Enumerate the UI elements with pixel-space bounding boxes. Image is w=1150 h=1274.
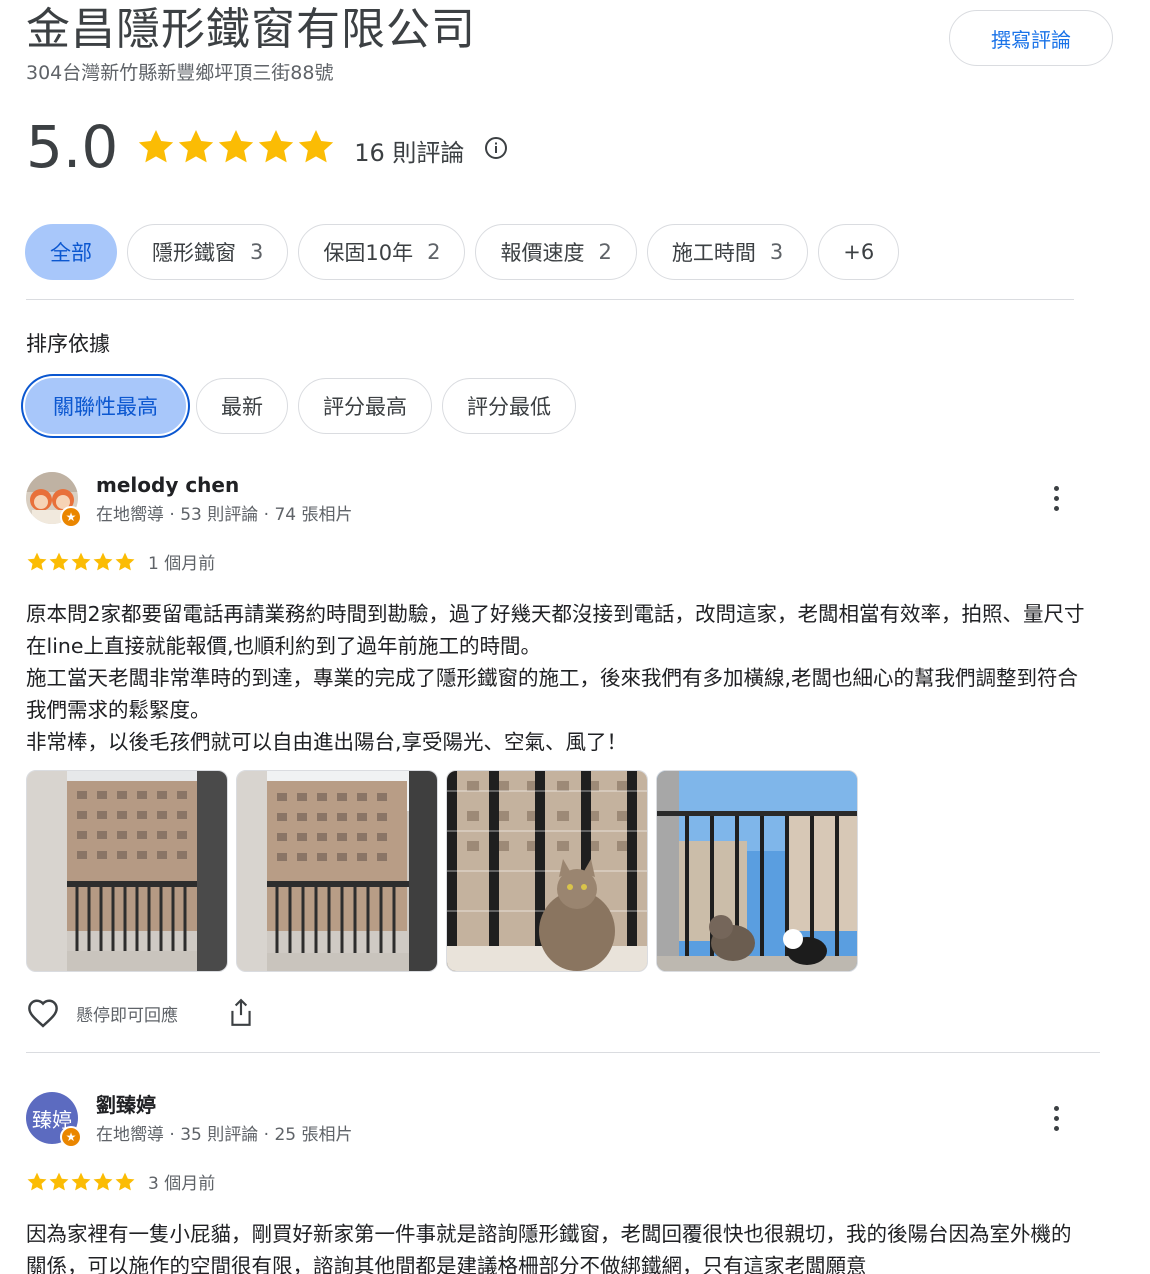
chip-label: 施工時間 <box>671 241 756 265</box>
chip-warranty[interactable]: 保固10年 2 <box>298 224 466 280</box>
star-icon <box>179 130 214 163</box>
sort-options: 關聯性最高 最新 評分最高 評分最低 <box>25 378 576 434</box>
review-rating: 1 個月前 <box>26 549 1086 574</box>
rating-value: 5.0 <box>26 113 119 181</box>
review-text: 因為家裡有一隻小屁貓，剛買好新家第一件事就是諮詢隱形鐵窗，老闆回覆很快也很親切，… <box>26 1218 1086 1274</box>
review-text: 原本問2家都要留電話再請業務約時間到勘驗，過了好幾天都沒接到電話，改問這家，老闆… <box>26 598 1086 758</box>
star-icon <box>27 552 47 570</box>
review-time: 1 個月前 <box>148 554 216 574</box>
star-icon <box>49 1172 69 1190</box>
chip-label: 報價速度 <box>500 241 585 265</box>
chip-count: 3 <box>769 240 784 264</box>
chip-install-time[interactable]: 施工時間 3 <box>646 224 809 280</box>
write-review-button[interactable]: 撰寫評論 <box>949 10 1113 66</box>
chip-label: +6 <box>843 240 875 264</box>
sort-newest[interactable]: 最新 <box>196 378 288 434</box>
reviewer-name[interactable]: 劉臻婷 <box>96 1092 353 1118</box>
local-guide-badge-icon: ★ <box>60 1126 82 1148</box>
chip-count: 2 <box>427 240 441 264</box>
more-options-icon[interactable] <box>1044 1098 1068 1138</box>
review-photos <box>26 770 1086 972</box>
sort-highest[interactable]: 評分最高 <box>298 378 432 434</box>
share-icon[interactable] <box>228 998 254 1028</box>
review-paragraph: 因為家裡有一隻小屁貓，剛買好新家第一件事就是諮詢隱形鐵窗，老闆回覆很快也很親切，… <box>26 1222 1072 1274</box>
star-icon <box>259 130 294 163</box>
chip-label: 全部 <box>50 241 92 265</box>
review-photo[interactable] <box>656 770 858 972</box>
star-icon <box>93 552 113 570</box>
review-photo[interactable] <box>26 770 228 972</box>
star-icon <box>71 552 91 570</box>
chip-invisible-grille[interactable]: 隱形鐵窗 3 <box>127 224 289 280</box>
balcony-photo <box>27 771 227 971</box>
sort-most-relevant[interactable]: 關聯性最高 <box>25 378 186 434</box>
business-address: 304台灣新竹縣新豐鄉坪頂三街88號 <box>26 62 334 84</box>
chip-label: 保固10年 <box>323 241 414 265</box>
reviewer-name[interactable]: melody chen <box>96 472 353 498</box>
avatar[interactable]: ★ <box>26 472 82 528</box>
review-photo[interactable] <box>236 770 438 972</box>
review-paragraph: 原本問2家都要留電話再請業務約時間到勘驗，過了好幾天都沒接到電話，改問這家，老闆… <box>26 602 1085 658</box>
review-paragraph: 非常棒，以後毛孩們就可以自由進出陽台,享受陽光、空氣、風了！ <box>26 730 628 754</box>
chip-more[interactable]: +6 <box>818 224 900 280</box>
chip-all[interactable]: 全部 <box>25 224 117 280</box>
star-icon <box>49 552 69 570</box>
cat-balcony-photo <box>447 771 647 971</box>
review-actions: 懸停即可回應 <box>26 998 1086 1028</box>
cats-balcony-photo <box>657 771 857 971</box>
star-icon <box>219 130 254 163</box>
review-count: 16 則評論 <box>354 138 465 167</box>
reviewer-meta: 在地嚮導 · 53 則評論 · 74 張相片 <box>96 505 353 525</box>
review-card: 臻婷 ★ 劉臻婷 在地嚮導 · 35 則評論 · 25 張相片 3 個月前 因為… <box>26 1092 1086 1274</box>
star-icon <box>93 1172 113 1190</box>
star-icon <box>115 552 135 570</box>
review-time: 3 個月前 <box>148 1174 216 1194</box>
divider <box>26 1052 1100 1053</box>
star-icon <box>115 1172 135 1190</box>
chip-label: 隱形鐵窗 <box>152 241 236 265</box>
balcony-photo <box>237 771 437 971</box>
review-photo[interactable] <box>446 770 648 972</box>
review-paragraph: 施工當天老闆非常準時的到達，專業的完成了隱形鐵窗的施工，後來我們有多加橫線,老闆… <box>26 666 1079 722</box>
chip-count: 3 <box>250 240 264 264</box>
info-icon[interactable] <box>484 136 508 160</box>
reaction-hint: 懸停即可回應 <box>76 1005 178 1026</box>
divider <box>26 299 1074 300</box>
rating-summary: 5.0 16 則評論 <box>26 112 508 182</box>
local-guide-badge-icon: ★ <box>60 506 82 528</box>
star-icon <box>71 1172 91 1190</box>
avatar[interactable]: 臻婷 ★ <box>26 1092 82 1148</box>
chip-quote-speed[interactable]: 報價速度 2 <box>475 224 637 280</box>
topic-filter-chips: 全部 隱形鐵窗 3 保固10年 2 報價速度 2 施工時間 3 +6 <box>25 224 900 280</box>
rating-stars <box>136 127 336 167</box>
star-icon <box>139 130 174 163</box>
business-name: 金昌隱形鐵窗有限公司 <box>26 4 476 55</box>
sort-label: 排序依據 <box>26 332 110 356</box>
reviewer-meta: 在地嚮導 · 35 則評論 · 25 張相片 <box>96 1125 353 1145</box>
sort-lowest[interactable]: 評分最低 <box>442 378 576 434</box>
review-rating: 3 個月前 <box>26 1169 1086 1194</box>
review-card: ★ melody chen 在地嚮導 · 53 則評論 · 74 張相片 1 個… <box>26 472 1086 1028</box>
business-header: 金昌隱形鐵窗有限公司 304台灣新竹縣新豐鄉坪頂三街88號 <box>26 4 476 85</box>
chip-count: 2 <box>598 240 612 264</box>
heart-icon[interactable] <box>26 998 60 1028</box>
more-options-icon[interactable] <box>1044 478 1068 518</box>
star-icon <box>27 1172 47 1190</box>
star-icon <box>299 130 334 163</box>
